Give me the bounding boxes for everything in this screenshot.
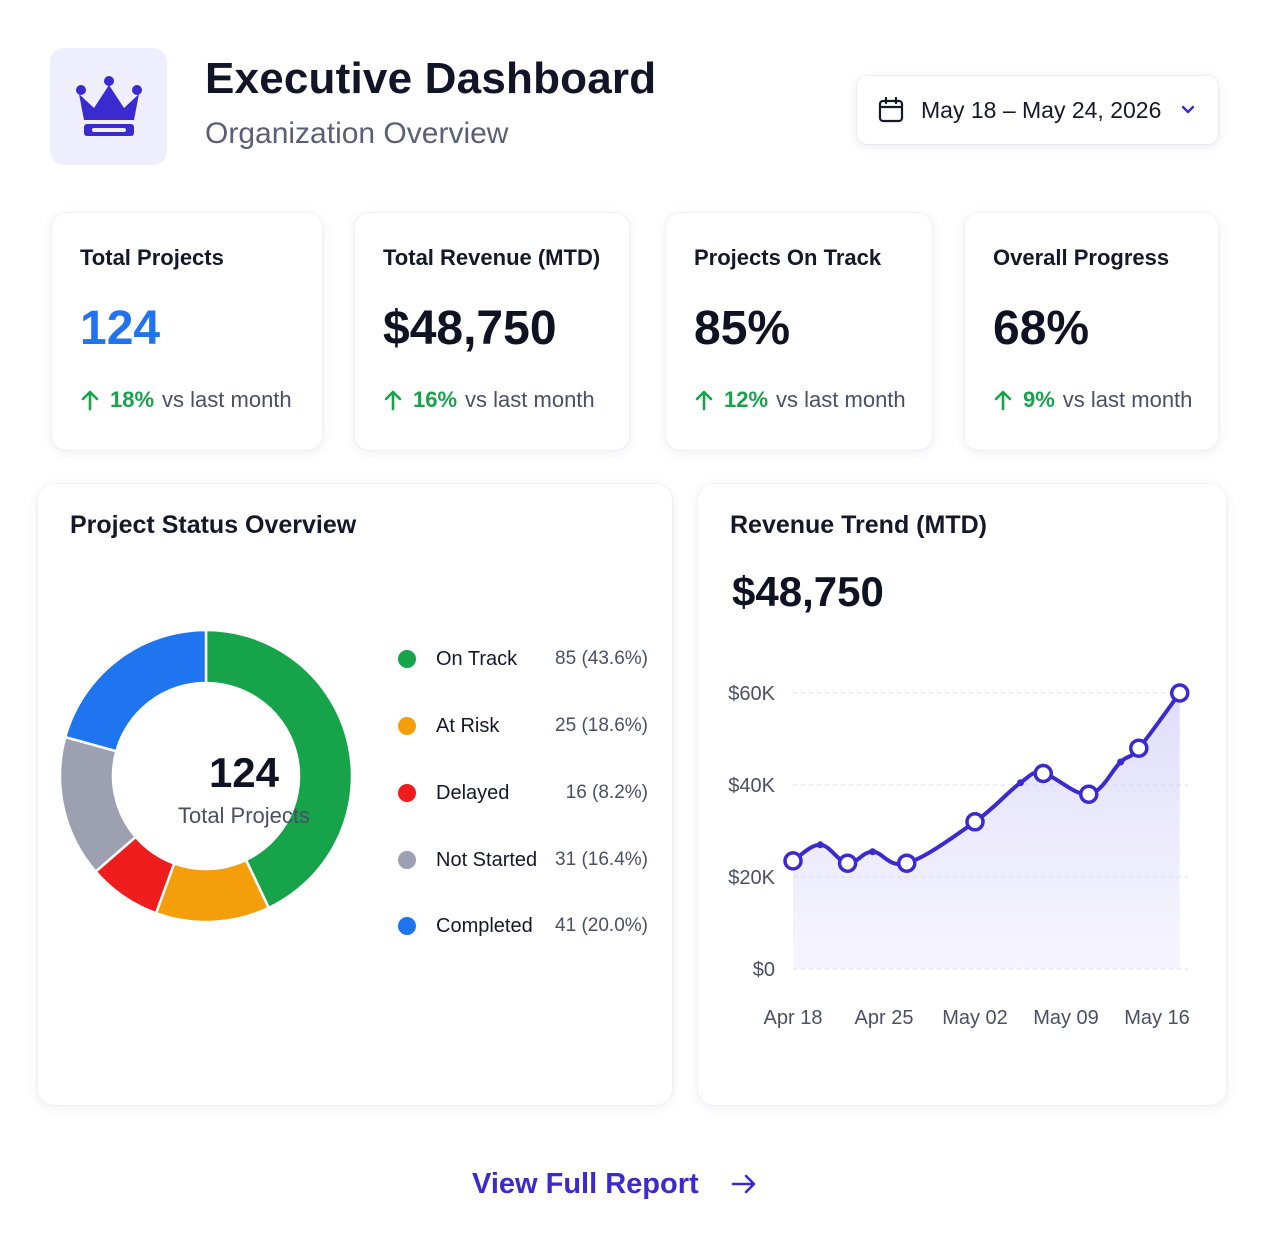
data-point: [897, 853, 917, 873]
calendar-icon: [878, 96, 904, 123]
legend-label: At Risk: [436, 714, 500, 737]
y-tick-label: $0: [753, 959, 775, 981]
kpi-delta-text: vs last month: [162, 387, 292, 412]
card-title: Project Status Overview: [70, 511, 357, 539]
x-tick-label: May 09: [1033, 1007, 1099, 1029]
x-tick-label: May 02: [942, 1007, 1008, 1029]
data-point: [965, 812, 985, 832]
legend-value: 16 (8.2%): [565, 782, 648, 803]
data-point: [837, 853, 858, 873]
kpi-delta-text: vs last month: [776, 387, 906, 412]
kpi-delta: 16% vs last month: [383, 387, 595, 413]
y-tick-label: $20K: [728, 867, 775, 889]
data-point: [1079, 784, 1099, 804]
legend-dot: [398, 851, 416, 869]
legend-label: Completed: [436, 914, 533, 937]
project-status-card: Project Status Overview 124 Total Projec…: [38, 484, 672, 1105]
legend-value: 41 (20.0%): [555, 915, 648, 936]
kpi-delta-value: 12%: [724, 387, 769, 412]
arrow-right-icon: [731, 1174, 755, 1194]
revenue-trend-card: Revenue Trend (MTD) $48,750 $0 $20K $40K $6…: [698, 484, 1226, 1105]
legend-dot: [398, 717, 416, 735]
kpi-card-projects-on-track: Projects On Track 85% 12% vs last month: [666, 213, 932, 450]
donut-center-value: 124: [208, 749, 280, 796]
data-point: [869, 848, 877, 856]
date-range-picker[interactable]: May 18 – May 24, 2026: [857, 76, 1218, 144]
kpi-label: Total Revenue (MTD): [383, 245, 601, 270]
date-range-value: May 18 – May 24, 2026: [921, 96, 1162, 123]
kpi-delta-value: 9%: [1023, 387, 1055, 412]
page-title: Executive Dashboard: [205, 54, 657, 103]
legend-item-not-started: Not Started 31 (16.4%): [398, 845, 648, 875]
x-tick-label: Apr 25: [855, 1007, 914, 1029]
donut-center-label: Total Projects: [177, 803, 311, 828]
legend-item-completed: Completed 41 (20.0%): [398, 911, 648, 941]
arrow-up-icon: [695, 390, 713, 411]
data-point: [1129, 738, 1149, 758]
kpi-delta-value: 16%: [413, 387, 458, 412]
kpi-delta: 9% vs last month: [993, 387, 1192, 413]
data-point: [816, 841, 824, 849]
donut-slice-completed: [63, 628, 208, 753]
arrow-up-icon: [81, 390, 99, 411]
y-tick-label: $60K: [728, 683, 775, 705]
view-full-report-link[interactable]: View Full Report: [472, 1162, 759, 1206]
legend-dot: [398, 650, 416, 668]
page-subtitle: Organization Overview: [205, 117, 509, 150]
legend-label: Not Started: [436, 848, 538, 871]
data-point: [1117, 758, 1125, 766]
data-point: [1033, 763, 1053, 784]
legend-dot: [398, 917, 416, 935]
kpi-label: Total Projects: [80, 245, 224, 270]
data-point: [1017, 779, 1024, 787]
kpi-value: 85%: [694, 302, 791, 355]
kpi-value: $48,750: [383, 302, 557, 355]
kpi-delta-text: vs last month: [465, 387, 595, 412]
legend-label: On Track: [436, 647, 518, 670]
kpi-delta-text: vs last month: [1062, 387, 1193, 412]
legend-dot: [398, 784, 416, 802]
kpi-delta-value: 18%: [110, 387, 155, 412]
data-point: [1170, 683, 1190, 703]
crown-icon: [75, 75, 142, 136]
kpi-delta: 12% vs last month: [694, 387, 906, 413]
kpi-value: 124: [80, 302, 161, 355]
kpi-label: Overall Progress: [993, 245, 1170, 270]
kpi-card-overall-progress: Overall Progress 68% 9% vs last month: [965, 213, 1218, 450]
legend-item-delayed: Delayed 16 (8.2%): [398, 778, 648, 808]
x-tick-label: Apr 18: [764, 1007, 823, 1029]
kpi-label: Projects On Track: [694, 245, 882, 270]
legend-label: Delayed: [436, 781, 510, 804]
legend-value: 25 (18.6%): [555, 715, 648, 736]
kpi-card-total-revenue: Total Revenue (MTD) $48,750 16% vs last …: [355, 213, 629, 450]
legend-value: 31 (16.4%): [555, 849, 648, 870]
area-fill: [793, 693, 1180, 969]
revenue-line-chart: $0 $20K $40K $60K Apr 18 Apr 25 May 02 May 09 Ma…: [728, 683, 1190, 1029]
legend-item-on-track: On Track 85 (43.6%): [398, 644, 648, 674]
legend-item-at-risk: At Risk 25 (18.6%): [398, 711, 648, 741]
logo-box: [50, 48, 167, 165]
arrow-up-icon: [994, 390, 1012, 411]
kpi-card-total-projects: Total Projects 124 18% vs last month: [52, 213, 322, 450]
legend-value: 85 (43.6%): [555, 648, 648, 669]
y-tick-label: $40K: [728, 775, 775, 797]
arrow-up-icon: [384, 390, 402, 411]
kpi-value: 68%: [993, 302, 1090, 355]
chevron-down-icon: [1181, 105, 1195, 114]
x-tick-label: May 16: [1124, 1007, 1190, 1029]
view-full-report-label: View Full Report: [472, 1167, 699, 1200]
kpi-delta: 18% vs last month: [80, 387, 292, 413]
data-point: [783, 851, 803, 871]
